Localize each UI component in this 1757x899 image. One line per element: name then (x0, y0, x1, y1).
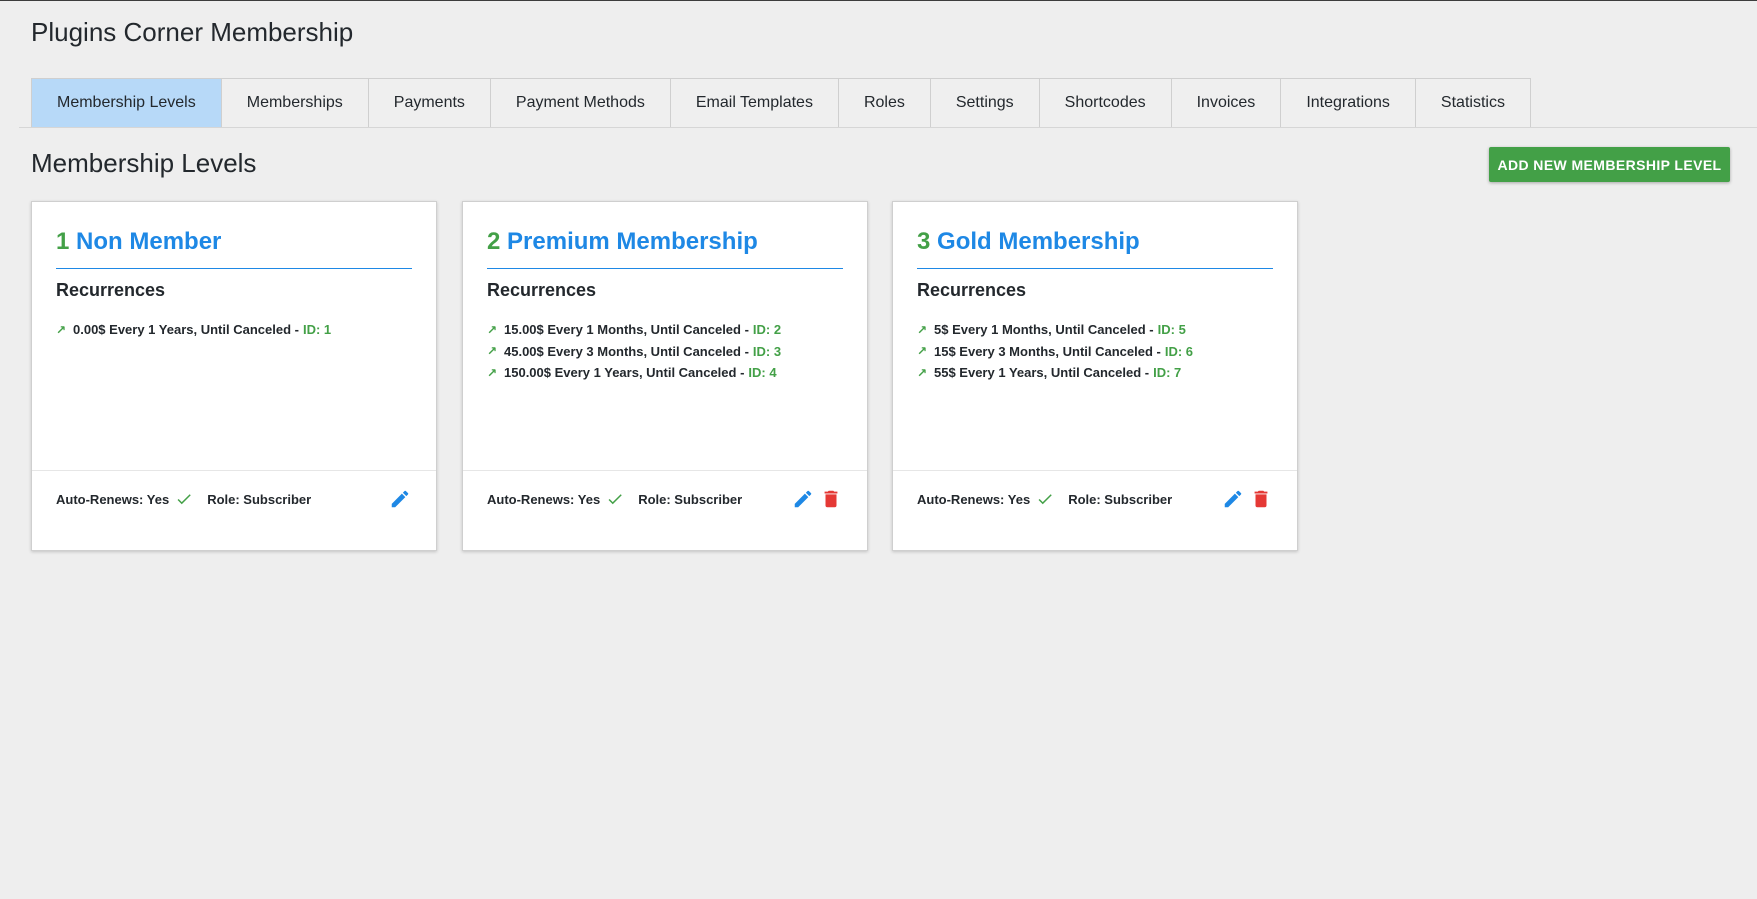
recurrence-text: 55$ Every 1 Years, Until Canceled - (934, 365, 1150, 381)
tab-payment-methods[interactable]: Payment Methods (489, 78, 670, 128)
recurrence-list: ↗ 0.00$ Every 1 Years, Until Canceled - … (56, 319, 331, 341)
tab-invoices[interactable]: Invoices (1170, 78, 1281, 128)
page-title: Membership Levels (31, 148, 257, 178)
recurrence-text: 0.00$ Every 1 Years, Until Canceled - (73, 322, 299, 338)
recurrence-id: ID: 7 (1153, 365, 1182, 381)
level-number: 2 (487, 228, 501, 255)
north-east-arrow-icon: ↗ (917, 322, 928, 337)
card-footer-divider (893, 470, 1297, 471)
recurrence-id: ID: 6 (1164, 343, 1194, 359)
tab-settings[interactable]: Settings (929, 78, 1039, 128)
tab-bar: Membership Levels Memberships Payments P… (31, 78, 1531, 128)
edit-button[interactable] (1221, 487, 1245, 511)
check-icon (177, 494, 191, 505)
tab-integrations[interactable]: Integrations (1280, 78, 1415, 128)
role-label: Role: Subscriber (1068, 491, 1173, 507)
pencil-icon (1224, 490, 1242, 508)
check-icon (1038, 494, 1052, 505)
recurrences-heading: Recurrences (56, 280, 166, 300)
check-icon (608, 494, 622, 505)
level-name: Gold Membership (937, 228, 1140, 255)
card-actions (388, 487, 412, 511)
recurrence-text: 5$ Every 1 Months, Until Canceled - (934, 322, 1154, 338)
auto-renews-label: Auto-Renews: Yes (917, 491, 1031, 507)
recurrences-heading: Recurrences (487, 280, 597, 300)
card-title: 3 Gold Membership (917, 228, 1273, 269)
role-label: Role: Subscriber (207, 491, 312, 507)
trash-icon (1254, 490, 1268, 508)
membership-level-card: 3 Gold Membership Recurrences ↗ 5$ Every… (892, 201, 1298, 551)
edit-button[interactable] (388, 487, 412, 511)
tab-email-templates[interactable]: Email Templates (669, 78, 838, 128)
level-number: 3 (917, 228, 931, 255)
recurrence-id: ID: 5 (1157, 322, 1186, 338)
tab-shortcodes[interactable]: Shortcodes (1038, 78, 1171, 128)
recurrence-text: 15$ Every 3 Months, Until Canceled - (934, 343, 1161, 359)
membership-level-card: 2 Premium Membership Recurrences ↗ 15.00… (462, 201, 868, 551)
app-title: Plugins Corner Membership (31, 17, 354, 47)
edit-button[interactable] (791, 487, 815, 511)
auto-renews-label: Auto-Renews: Yes (487, 491, 601, 507)
recurrence-item: ↗ 15$ Every 3 Months, Until Canceled - I… (917, 341, 1193, 363)
delete-button[interactable] (819, 487, 843, 511)
north-east-arrow-icon: ↗ (487, 365, 498, 380)
auto-renews-label: Auto-Renews: Yes (56, 491, 170, 507)
card-footer-divider (32, 470, 436, 471)
recurrence-item: ↗ 5$ Every 1 Months, Until Canceled - ID… (917, 319, 1193, 341)
role-label: Role: Subscriber (638, 491, 743, 507)
tab-membership-levels[interactable]: Membership Levels (31, 78, 221, 128)
recurrence-list: ↗ 5$ Every 1 Months, Until Canceled - ID… (917, 319, 1193, 384)
level-name: Non Member (76, 228, 222, 255)
tab-roles[interactable]: Roles (837, 78, 930, 128)
recurrence-text: 45.00$ Every 3 Months, Until Canceled - (504, 343, 749, 359)
card-footer: Auto-Renews: Yes Role: Subscriber (487, 486, 843, 512)
trash-icon (824, 490, 838, 508)
north-east-arrow-icon: ↗ (917, 365, 928, 380)
membership-level-card: 1 Non Member Recurrences ↗ 0.00$ Every 1… (31, 201, 437, 551)
card-actions (791, 487, 843, 511)
tab-bar-divider (19, 127, 1757, 128)
recurrence-item: ↗ 55$ Every 1 Years, Until Canceled - ID… (917, 362, 1193, 384)
pencil-icon (794, 490, 812, 508)
card-title: 2 Premium Membership (487, 228, 843, 269)
pencil-icon (391, 490, 409, 508)
recurrence-id: ID: 1 (302, 322, 332, 338)
recurrence-id: ID: 4 (748, 365, 777, 381)
recurrence-item: ↗ 45.00$ Every 3 Months, Until Canceled … (487, 341, 781, 363)
tab-memberships[interactable]: Memberships (220, 78, 368, 128)
recurrence-text: 15.00$ Every 1 Months, Until Canceled - (504, 322, 749, 338)
level-number: 1 (56, 228, 70, 255)
card-footer: Auto-Renews: Yes Role: Subscriber (56, 486, 412, 512)
level-name: Premium Membership (507, 228, 758, 255)
window-top-border (0, 0, 1757, 1)
recurrence-id: ID: 3 (752, 343, 782, 359)
add-membership-level-button[interactable]: ADD NEW MEMBERSHIP LEVEL (1489, 147, 1730, 182)
card-title: 1 Non Member (56, 228, 412, 269)
delete-button[interactable] (1249, 487, 1273, 511)
north-east-arrow-icon: ↗ (487, 322, 498, 337)
tab-statistics[interactable]: Statistics (1414, 78, 1531, 128)
north-east-arrow-icon: ↗ (487, 344, 498, 359)
card-footer: Auto-Renews: Yes Role: Subscriber (917, 486, 1273, 512)
recurrence-item: ↗ 150.00$ Every 1 Years, Until Canceled … (487, 362, 781, 384)
tab-payments[interactable]: Payments (367, 78, 490, 128)
recurrence-id: ID: 2 (752, 322, 782, 338)
north-east-arrow-icon: ↗ (917, 344, 928, 359)
recurrence-text: 150.00$ Every 1 Years, Until Canceled - (504, 365, 745, 381)
card-actions (1221, 487, 1273, 511)
recurrences-heading: Recurrences (917, 280, 1027, 300)
recurrence-list: ↗ 15.00$ Every 1 Months, Until Canceled … (487, 319, 781, 384)
recurrence-item: ↗ 0.00$ Every 1 Years, Until Canceled - … (56, 319, 331, 341)
recurrence-item: ↗ 15.00$ Every 1 Months, Until Canceled … (487, 319, 781, 341)
north-east-arrow-icon: ↗ (56, 322, 67, 337)
card-footer-divider (463, 470, 867, 471)
